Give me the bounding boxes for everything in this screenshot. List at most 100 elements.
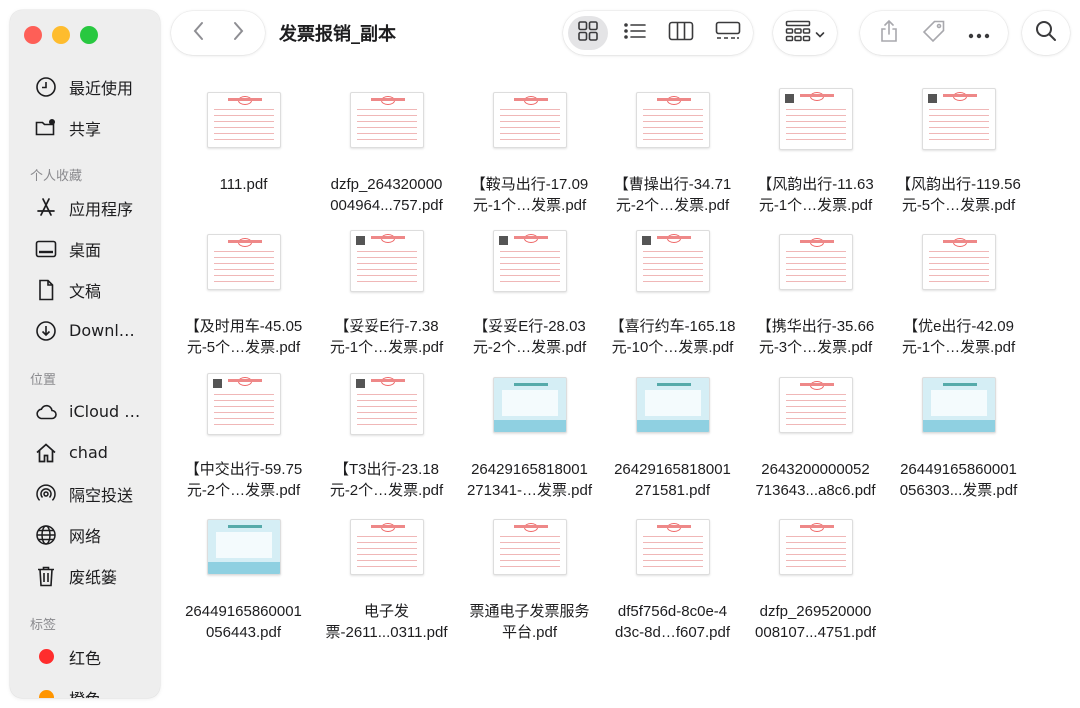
tag-icon (922, 19, 946, 47)
sidebar-item-tag-red[interactable]: 红色 (10, 636, 160, 677)
file-item[interactable]: 【中交出行-59.75 元-2个…发票.pdf (172, 373, 315, 503)
view-switcher (563, 11, 753, 55)
file-name: 【优e出行-42.09 元-1个…发票.pdf (901, 318, 1016, 356)
pdf-thumbnail (921, 234, 996, 290)
file-name: 【妥妥E行-7.38 元-1个…发票.pdf (329, 318, 444, 356)
search-button[interactable] (1022, 11, 1070, 55)
file-item[interactable]: 票通电子发票服务 平台.pdf (458, 515, 601, 645)
sidebar-item-label: iCloud … (69, 402, 141, 421)
home-icon (34, 441, 58, 465)
sidebar-item-label: Downl… (69, 321, 135, 340)
file-item[interactable]: 26449165860001 056303...发票.pdf (887, 373, 1030, 503)
gallery-icon (715, 21, 741, 45)
file-item[interactable]: 111.pdf (172, 88, 315, 218)
file-item[interactable]: df5f756d-8c0e-4 d3c-8d…f607.pdf (601, 515, 744, 645)
list-icon (623, 21, 647, 45)
file-item[interactable]: 26429165818001 271581.pdf (601, 373, 744, 503)
sidebar-item-applications[interactable]: 应用程序 (10, 187, 160, 228)
list-view-button[interactable] (615, 16, 655, 50)
chevron-right-icon (231, 21, 245, 45)
sidebar-item-airdrop[interactable]: 隔空投送 (10, 473, 160, 514)
file-name: 26449165860001 056303...发票.pdf (899, 461, 1018, 499)
sidebar-item-label: 橙色 (69, 686, 101, 699)
file-name: 【曹操出行-34.71 元-2个…发票.pdf (613, 176, 732, 214)
file-item[interactable]: 【T3出行-23.18 元-2个…发票.pdf (315, 373, 458, 503)
pdf-thumbnail (206, 234, 281, 290)
forward-button[interactable] (223, 18, 253, 48)
file-item[interactable]: 【喜行约车-165.18 元-10个…发票.pdf (601, 230, 744, 360)
file-name: 电子发 票-2611...0311.pdf (325, 603, 448, 641)
sidebar-item-recents[interactable]: 最近使用 (10, 66, 160, 107)
airdrop-icon (34, 482, 58, 506)
sidebar-item-label: chad (69, 443, 108, 462)
pdf-thumbnail (635, 519, 710, 575)
sidebar-item-label: 共享 (69, 119, 102, 139)
back-button[interactable] (184, 18, 214, 48)
pdf-thumbnail (778, 88, 853, 150)
clock-icon (34, 75, 58, 99)
sidebar-section-locations: 位置 iCloud … chad 隔空投送 网络 废纸篓 (10, 371, 160, 596)
sidebar-favorites: 最近使用 共享 (10, 66, 160, 148)
navigation-controls (171, 11, 265, 55)
zoom-button[interactable] (80, 26, 98, 44)
column-view-button[interactable] (661, 16, 701, 50)
tag-button[interactable] (918, 17, 950, 49)
file-item[interactable]: dzfp_269520000 008107...4751.pdf (744, 515, 887, 645)
file-item[interactable]: 26429165818001 271341-…发票.pdf (458, 373, 601, 503)
icon-view-button[interactable] (568, 16, 608, 50)
globe-icon (34, 523, 58, 547)
file-item[interactable]: 26449165860001 056443.pdf (172, 515, 315, 645)
window-title: 发票报销_副本 (279, 24, 396, 45)
file-name: 26429165818001 271341-…发票.pdf (466, 461, 593, 499)
sidebar-item-downloads[interactable]: Downl… (10, 310, 160, 351)
sidebar-item-label: 文稿 (69, 281, 102, 301)
sidebar-item-tag-orange[interactable]: 橙色 (10, 677, 160, 698)
pdf-thumbnail (778, 234, 853, 290)
pdf-thumbnail (349, 230, 424, 292)
trash-icon (34, 564, 58, 588)
chevron-left-icon (192, 21, 206, 45)
file-name: dzfp_269520000 008107...4751.pdf (755, 603, 876, 641)
file-item[interactable]: 【鞍马出行-17.09 元-1个…发票.pdf (458, 88, 601, 218)
sidebar-item-label: 网络 (69, 526, 102, 546)
sidebar-item-home[interactable]: chad (10, 432, 160, 473)
red-tag-icon (39, 649, 54, 664)
file-name: 【T3出行-23.18 元-2个…发票.pdf (329, 461, 444, 499)
file-item[interactable]: 【优e出行-42.09 元-1个…发票.pdf (887, 230, 1030, 360)
sidebar-item-icloud[interactable]: iCloud … (10, 391, 160, 432)
pdf-thumbnail (492, 230, 567, 292)
search-icon (1035, 20, 1057, 46)
file-item[interactable]: 【曹操出行-34.71 元-2个…发票.pdf (601, 88, 744, 218)
pdf-thumbnail (492, 92, 567, 148)
file-item[interactable]: dzfp_264320000 004964...757.pdf (315, 88, 458, 218)
sidebar: 最近使用 共享 个人收藏 应用程序 桌面 文稿 Downl… 位置 iCloud… (10, 10, 160, 698)
group-by-button[interactable] (773, 11, 837, 55)
file-name: 【妥妥E行-28.03 元-2个…发票.pdf (472, 318, 587, 356)
more-button[interactable] (963, 17, 995, 49)
file-item[interactable]: 【妥妥E行-28.03 元-2个…发票.pdf (458, 230, 601, 360)
close-button[interactable] (24, 26, 42, 44)
sidebar-item-documents[interactable]: 文稿 (10, 269, 160, 310)
file-item[interactable]: 【及时用车-45.05 元-5个…发票.pdf (172, 230, 315, 360)
minimize-button[interactable] (52, 26, 70, 44)
file-item[interactable]: 电子发 票-2611...0311.pdf (315, 515, 458, 645)
file-item[interactable]: 【风韵出行-11.63 元-1个…发票.pdf (744, 88, 887, 218)
sidebar-item-desktop[interactable]: 桌面 (10, 228, 160, 269)
share-button[interactable] (873, 17, 905, 49)
sidebar-section-personal: 个人收藏 应用程序 桌面 文稿 Downl… (10, 167, 160, 351)
file-item[interactable]: 【妥妥E行-7.38 元-1个…发票.pdf (315, 230, 458, 360)
file-item[interactable]: 2643200000052 713643...a8c6.pdf (744, 373, 887, 503)
file-name: 【鞍马出行-17.09 元-1个…发票.pdf (470, 176, 589, 214)
finder-window: 最近使用 共享 个人收藏 应用程序 桌面 文稿 Downl… 位置 iCloud… (0, 0, 1080, 708)
file-name: 2643200000052 713643...a8c6.pdf (755, 461, 876, 499)
sidebar-item-trash[interactable]: 废纸篓 (10, 555, 160, 596)
pdf-thumbnail (778, 377, 853, 433)
file-item[interactable]: 【风韵出行-119.56 元-5个…发票.pdf (887, 88, 1030, 218)
sidebar-item-shared[interactable]: 共享 (10, 107, 160, 148)
file-name: 【风韵出行-119.56 元-5个…发票.pdf (896, 176, 1021, 214)
gallery-view-button[interactable] (708, 16, 748, 50)
sidebar-item-network[interactable]: 网络 (10, 514, 160, 555)
pdf-thumbnail (349, 519, 424, 575)
file-item[interactable]: 【携华出行-35.66 元-3个…发票.pdf (744, 230, 887, 360)
shared-folder-icon (34, 116, 58, 140)
